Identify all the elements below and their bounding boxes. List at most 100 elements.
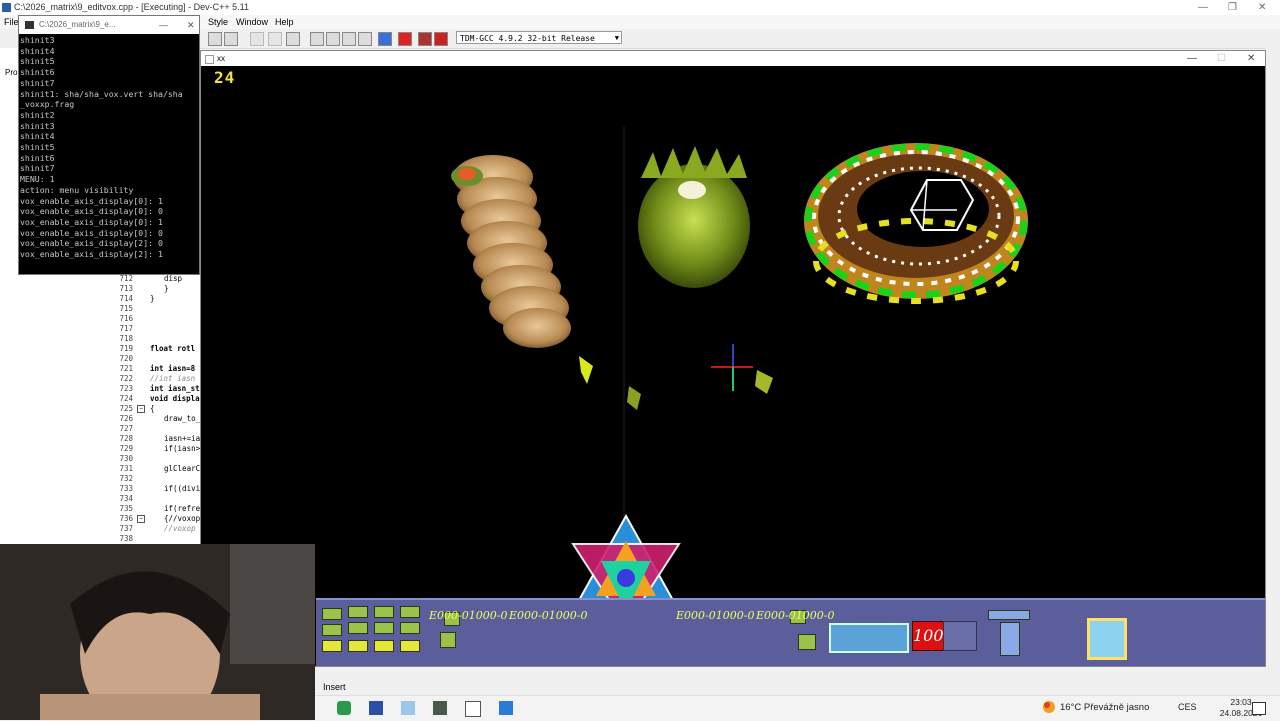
console-titlebar: C:\2026_matrix\9_e... — ✕ (19, 16, 199, 34)
toolbar-grid-icon[interactable] (310, 32, 324, 46)
code-line[interactable]: 726 draw_to_ (110, 414, 200, 424)
toolbar-window-icon[interactable] (326, 32, 340, 46)
paint-taskbar-icon[interactable] (401, 701, 415, 715)
hud-slot[interactable] (322, 608, 342, 620)
code-line[interactable]: 734 (110, 494, 200, 504)
hud-slot[interactable] (322, 624, 342, 636)
code-line[interactable]: 714} (110, 294, 200, 304)
hud-slot[interactable] (400, 622, 420, 634)
hud-empty-slot[interactable] (943, 621, 977, 651)
hud-arrow-icon-2[interactable] (798, 634, 816, 650)
code-line[interactable]: 729 if(iasn> (110, 444, 200, 454)
app-taskbar-icon[interactable] (465, 701, 481, 717)
menu-file[interactable]: File (4, 15, 19, 29)
code-line[interactable]: 722 //int iasn (110, 374, 200, 384)
toolbar-unindent-icon[interactable] (224, 32, 238, 46)
line-number: 729 (119, 444, 133, 453)
editor-scrollbar[interactable] (1266, 48, 1280, 680)
toolbar-indent-icon[interactable] (208, 32, 222, 46)
toolbar-forward-icon[interactable] (268, 32, 282, 46)
code-line[interactable]: 718 (110, 334, 200, 344)
console-line: vox_enable_axis_display[2]: 1 (20, 249, 163, 259)
hud-arrow-icon[interactable] (440, 632, 456, 648)
console-window[interactable]: C:\2026_matrix\9_e... — ✕ shinit3 shinit4… (18, 15, 200, 275)
hud-slot[interactable] (374, 606, 394, 618)
code-line[interactable]: 737 //voxop (110, 524, 200, 534)
app-taskbar-icon-2[interactable] (499, 701, 513, 715)
minimize-icon[interactable]: — (159, 16, 168, 34)
toolbar-tile-icon[interactable] (342, 32, 356, 46)
hud-slot[interactable] (322, 640, 342, 652)
code-line[interactable]: 733 if((divi (110, 484, 200, 494)
code-line[interactable]: 735 if(refre (110, 504, 200, 514)
profile-chart-icon[interactable] (418, 32, 432, 46)
close-icon[interactable]: ✕ (1247, 51, 1255, 66)
language-indicator[interactable]: CES (1178, 702, 1197, 712)
hud-slot[interactable] (348, 606, 368, 618)
menu-window[interactable]: Window (236, 15, 268, 29)
code-line[interactable]: 736− {//voxop (110, 514, 200, 524)
code-line[interactable]: 713} (110, 284, 200, 294)
weather-text[interactable]: 16°C Převážně jasno (1060, 702, 1149, 713)
hud-slot[interactable] (348, 622, 368, 634)
line-number: 728 (119, 434, 133, 443)
fold-toggle-icon[interactable]: − (137, 405, 145, 413)
hud-monitor-icon[interactable] (1087, 618, 1127, 660)
hud-slot[interactable] (374, 640, 394, 652)
menu-help[interactable]: Help (275, 15, 294, 29)
check-icon[interactable] (378, 32, 392, 46)
hud-minimap[interactable] (829, 623, 909, 653)
line-number: 721 (119, 364, 133, 373)
debug-bug-icon[interactable] (434, 32, 448, 46)
code-line[interactable]: 738 (110, 534, 200, 544)
toolbar-compile-icon[interactable] (358, 32, 372, 46)
code-line[interactable]: 715 (110, 304, 200, 314)
explorer-taskbar-icon[interactable] (433, 701, 447, 715)
close-icon[interactable]: ✕ (1258, 0, 1266, 15)
minimize-icon[interactable]: — (1198, 0, 1208, 15)
word-taskbar-icon[interactable] (369, 701, 383, 715)
game-window[interactable]: xx — ☐ ✕ 24 E000-01000-0 E000-01000-0 E0… (200, 50, 1266, 667)
code-line[interactable]: 728 iasn+=ia (110, 434, 200, 444)
menu-astyle[interactable]: Style (208, 15, 228, 29)
toolbar-bookmark-icon[interactable] (286, 32, 300, 46)
project-tab-label[interactable]: Pro (5, 68, 17, 77)
code-line[interactable]: 732 (110, 474, 200, 484)
notification-icon[interactable] (1252, 702, 1266, 715)
code-line[interactable]: 717 (110, 324, 200, 334)
code-line[interactable]: 716 (110, 314, 200, 324)
code-editor[interactable]: 712 disp 713} 714} 715 716 717 718 719 float rotl… (110, 270, 200, 544)
hud-slot[interactable] (400, 640, 420, 652)
weather-icon[interactable] (1041, 699, 1057, 715)
devcpp-taskbar-icon[interactable] (337, 701, 351, 715)
game-viewport[interactable]: 24 E000-01000-0 E000-01000-0 E000-01000-… (201, 66, 1265, 666)
hud-slot[interactable] (400, 606, 420, 618)
code-line[interactable]: 723 int iasn_st (110, 384, 200, 394)
line-number: 713 (119, 284, 133, 293)
code-text: //voxop (164, 524, 196, 533)
hud-door-icon[interactable] (1000, 622, 1020, 656)
console-line: shinit3 (20, 120, 55, 131)
console-line: shinit4 (20, 45, 55, 56)
code-line[interactable]: 719 float rotl (110, 344, 200, 354)
close-icon[interactable]: ✕ (187, 16, 195, 34)
line-number: 719 (119, 344, 133, 353)
toolbar-back-icon[interactable] (250, 32, 264, 46)
code-line[interactable]: 720 (110, 354, 200, 364)
code-line[interactable]: 712 disp (110, 274, 200, 284)
minimize-icon[interactable]: — (1187, 51, 1197, 66)
maximize-icon[interactable]: ❐ (1228, 0, 1237, 15)
compiler-select[interactable]: TDM-GCC 4.9.2 32-bit Release ▼ (456, 31, 622, 44)
code-line[interactable]: 725−{ (110, 404, 200, 414)
hud-slot[interactable] (348, 640, 368, 652)
code-line[interactable]: 730 (110, 454, 200, 464)
code-line[interactable]: 731 glClearC (110, 464, 200, 474)
stop-icon[interactable] (398, 32, 412, 46)
hud-slot[interactable] (374, 622, 394, 634)
maximize-icon[interactable]: ☐ (1217, 51, 1226, 66)
code-line[interactable]: 724 void displa (110, 394, 200, 404)
fold-toggle-icon[interactable]: − (137, 515, 145, 523)
code-line[interactable]: 721 int iasn=8 (110, 364, 200, 374)
code-line[interactable]: 727 (110, 424, 200, 434)
code-text: disp (164, 274, 183, 283)
